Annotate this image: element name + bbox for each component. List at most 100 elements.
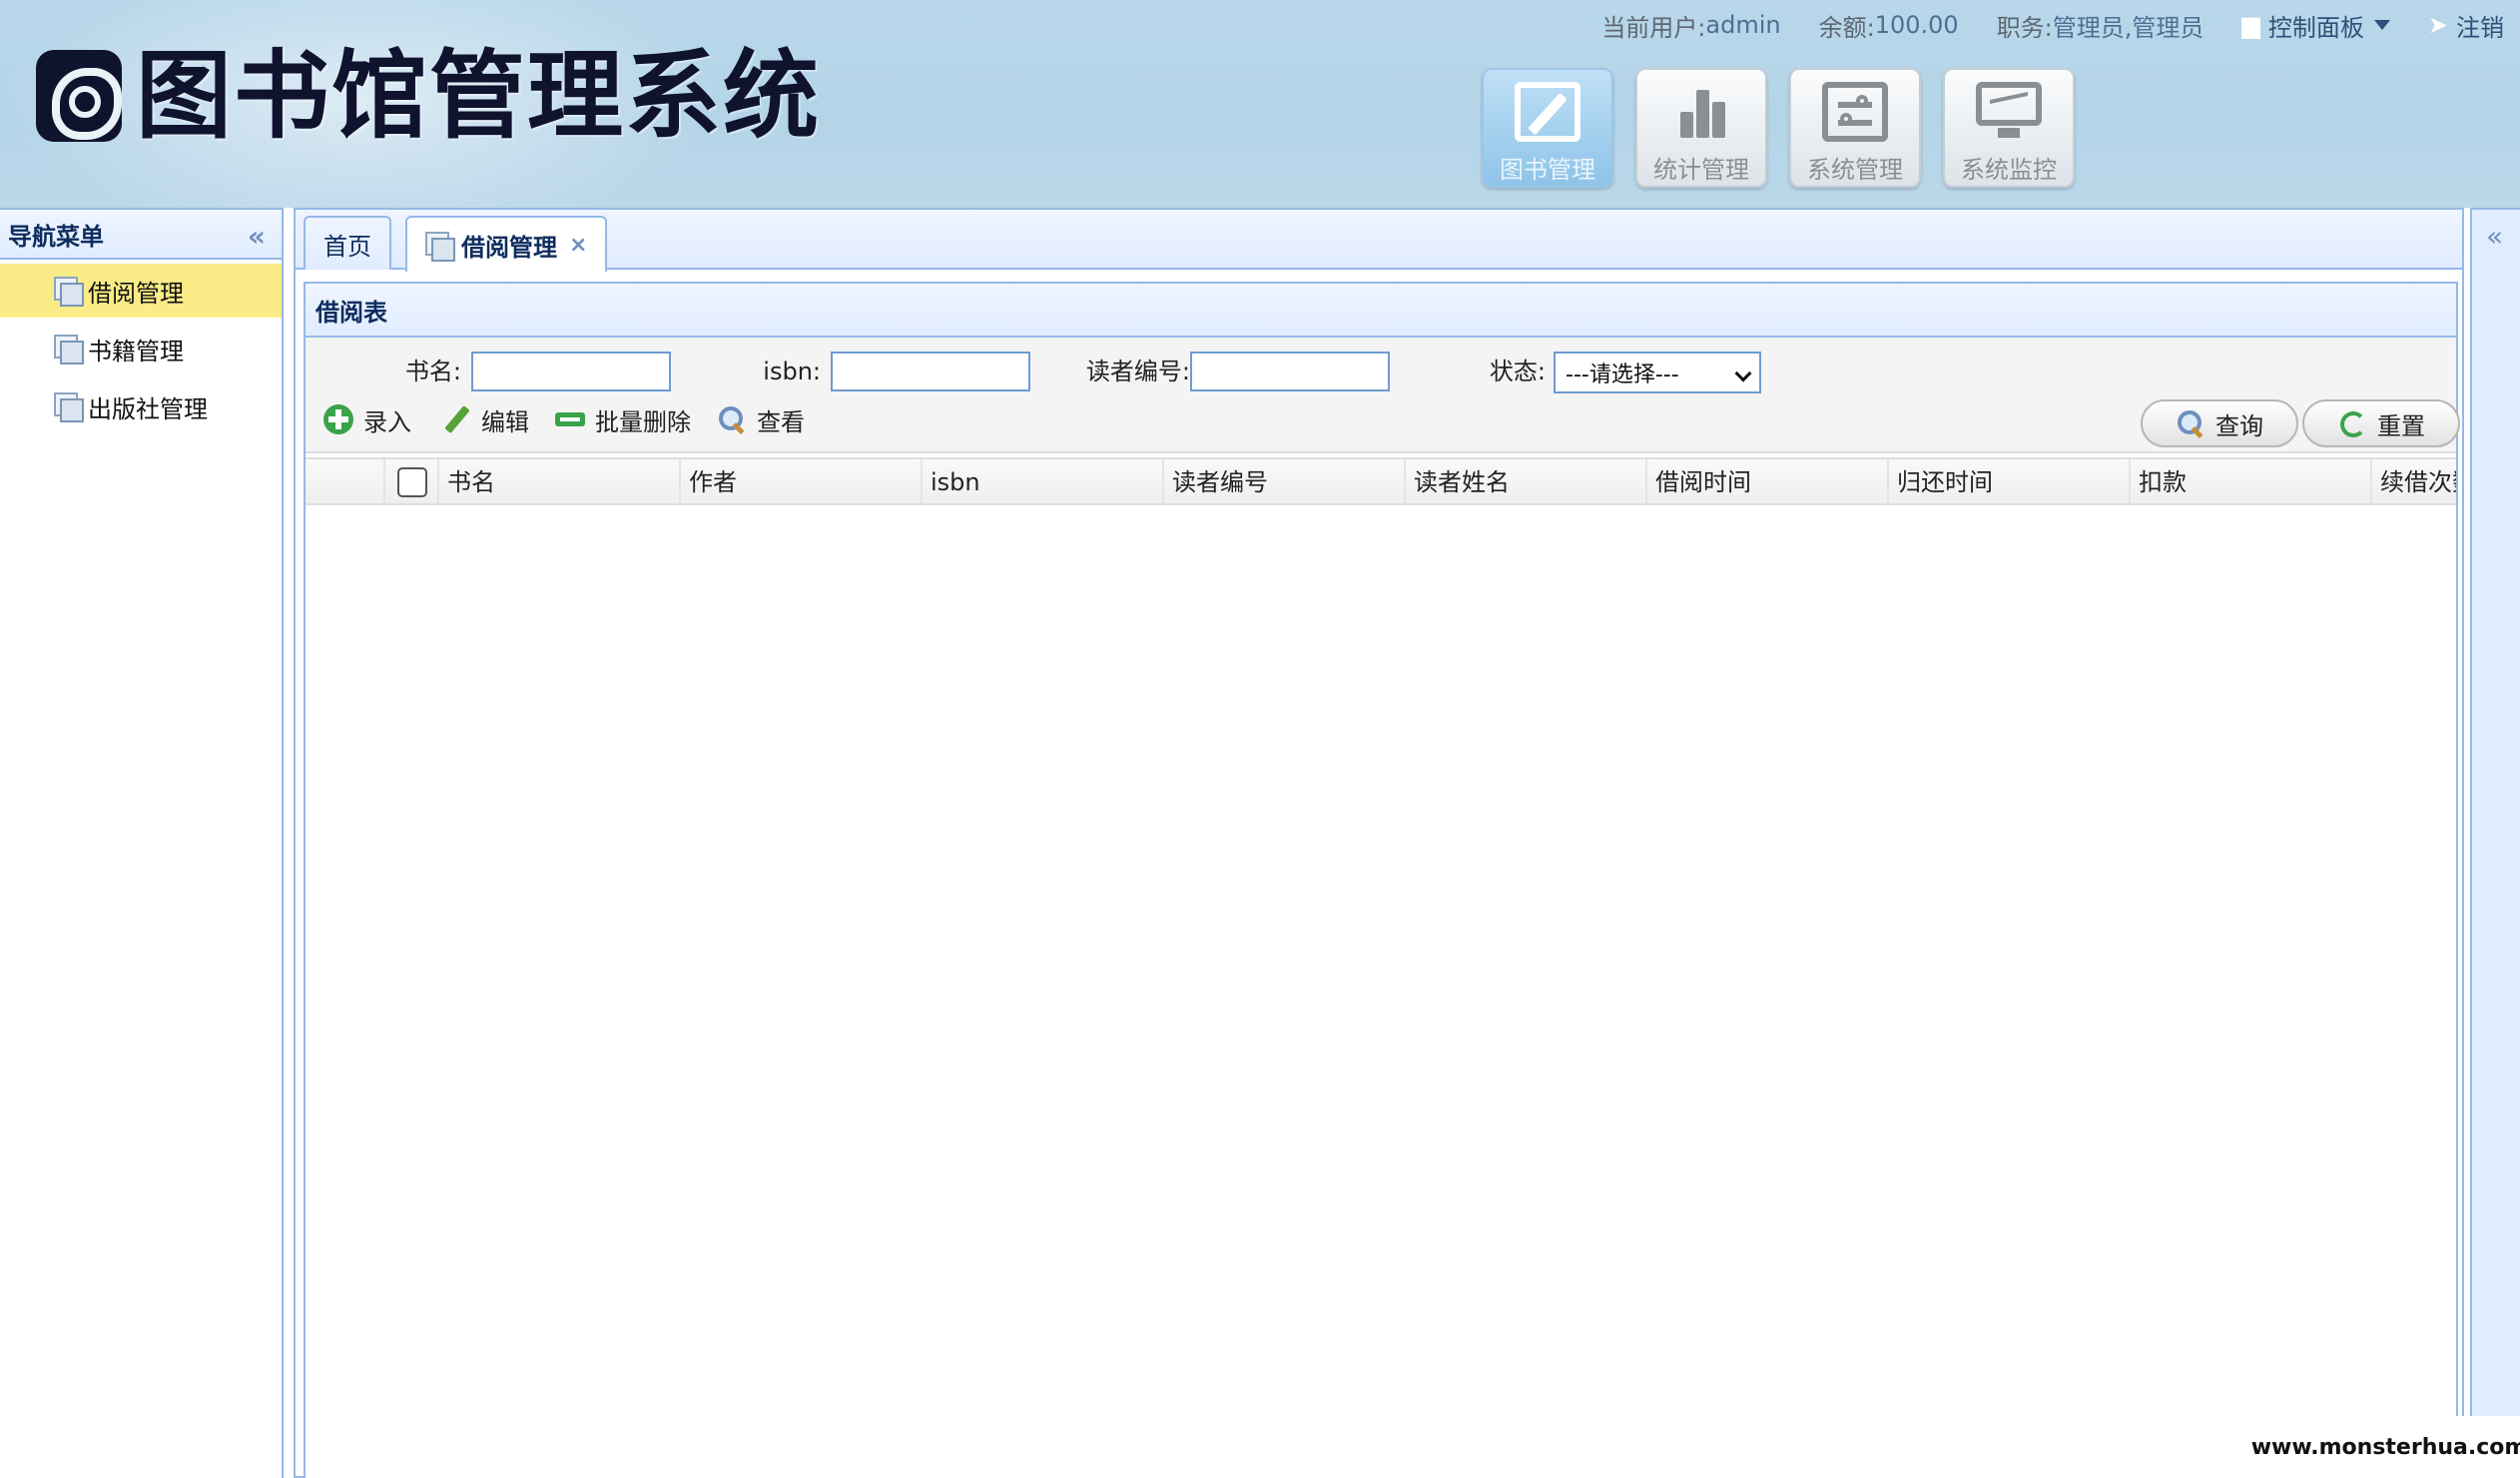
row-number-header xyxy=(306,459,385,505)
module-label: 图书管理 xyxy=(1500,156,1595,184)
bar-chart-icon xyxy=(1668,82,1734,142)
search-button[interactable]: 查询 xyxy=(2141,399,2298,447)
add-icon xyxy=(323,404,353,434)
edit-icon xyxy=(1515,82,1580,142)
grid-body-empty xyxy=(306,505,2456,1408)
pages-icon xyxy=(54,335,84,365)
column-header[interactable]: 读者姓名 xyxy=(1406,459,1647,505)
reader-no-label: 读者编号: xyxy=(1085,358,1190,385)
chevron-down-icon xyxy=(1734,365,1752,382)
search-icon xyxy=(2176,408,2205,438)
control-panel-label: 控制面板 xyxy=(2267,13,2364,42)
pages-icon xyxy=(54,277,84,307)
search-label: 查询 xyxy=(2215,411,2263,440)
nav-sidebar: 导航菜单 « 借阅管理 书籍管理 出版社管理 xyxy=(0,208,284,1478)
reader-no-input[interactable] xyxy=(1190,352,1390,391)
reset-label: 重置 xyxy=(2377,411,2425,440)
column-header[interactable]: 读者编号 xyxy=(1164,459,1406,505)
pages-icon xyxy=(425,232,455,262)
paper-plane-icon: ➤ xyxy=(2427,11,2448,39)
book-name-label: 书名: xyxy=(404,358,461,385)
watermark: www.monsterhua.com xyxy=(2251,1416,2520,1478)
balance: 余额: 100.00 xyxy=(1819,8,1959,43)
right-collapsed-panel: « xyxy=(2470,208,2520,1478)
folder-icon: ▆ xyxy=(2241,11,2260,39)
book-name-input[interactable] xyxy=(471,352,671,391)
balance-label: 余额: xyxy=(1818,13,1875,42)
column-header[interactable]: 书名 xyxy=(439,459,681,505)
add-label: 录入 xyxy=(363,407,411,436)
column-header[interactable]: 借阅时间 xyxy=(1647,459,1889,505)
status-selected-value: ---请选择--- xyxy=(1566,363,1679,387)
monitor-icon xyxy=(1976,82,2042,142)
select-all-checkbox[interactable] xyxy=(397,467,427,497)
chevron-down-icon xyxy=(2373,20,2390,30)
module-statistics[interactable]: 统计管理 xyxy=(1635,68,1767,188)
column-header[interactable]: isbn xyxy=(923,459,1164,505)
module-system-management[interactable]: 系统管理 xyxy=(1789,68,1921,188)
control-panel-menu[interactable]: ▆ 控制面板 xyxy=(2241,8,2390,43)
grid-toolbar: 书名: isbn: 读者编号: 状态: ---请选择--- 录入 编辑 批量删除… xyxy=(306,338,2460,453)
tab-home[interactable]: 首页 xyxy=(304,216,391,270)
close-icon[interactable]: × xyxy=(569,233,587,258)
module-book-management[interactable]: 图书管理 xyxy=(1482,68,1613,188)
batch-delete-button[interactable]: 批量删除 xyxy=(555,399,691,439)
view-label: 查看 xyxy=(757,407,805,436)
role-value: 管理员,管理员 xyxy=(2052,13,2205,42)
tab-label: 首页 xyxy=(323,232,371,261)
app-logo: 图书馆管理系统 xyxy=(36,40,821,152)
sidebar-item-label: 借阅管理 xyxy=(88,279,184,308)
sidebar-item-book-management[interactable]: 书籍管理 xyxy=(0,322,282,375)
sidebar-item-borrow-management[interactable]: 借阅管理 xyxy=(0,264,282,318)
sidebar-title: 导航菜单 xyxy=(8,222,104,251)
column-header[interactable]: 作者 xyxy=(681,459,923,505)
sidebar-item-publisher-management[interactable]: 出版社管理 xyxy=(0,379,282,433)
refresh-icon xyxy=(2337,408,2367,438)
tab-borrow-management[interactable]: 借阅管理 × xyxy=(405,216,608,272)
app-title: 图书馆管理系统 xyxy=(136,40,821,152)
logout-label: 注销 xyxy=(2456,13,2504,42)
batch-delete-label: 批量删除 xyxy=(595,407,691,436)
current-user: 当前用户: admin xyxy=(1601,8,1780,43)
sidebar-header: 导航菜单 « xyxy=(0,210,282,260)
library-seal-icon xyxy=(36,50,122,142)
add-button[interactable]: 录入 xyxy=(323,399,411,439)
magnifier-icon xyxy=(717,404,747,434)
user-bar: 当前用户: admin 余额: 100.00 职务: 管理员,管理员 ▆ 控制面… xyxy=(1564,8,2504,42)
reset-button[interactable]: 重置 xyxy=(2302,399,2460,447)
minus-icon xyxy=(555,404,585,434)
tab-content: 借阅表 书名: isbn: 读者编号: 状态: ---请选择--- 录入 编辑 … xyxy=(304,276,2462,1478)
column-header[interactable]: 归还时间 xyxy=(1889,459,2131,505)
sidebar-item-label: 出版社管理 xyxy=(88,394,208,423)
app-header: 图书馆管理系统 当前用户: admin 余额: 100.00 职务: 管理员,管… xyxy=(0,0,2520,208)
current-user-value: admin xyxy=(1705,11,1781,39)
pencil-icon xyxy=(441,404,471,434)
isbn-label: isbn: xyxy=(763,358,821,385)
tab-label: 借阅管理 xyxy=(461,233,557,262)
view-button[interactable]: 查看 xyxy=(717,399,805,439)
edit-label: 编辑 xyxy=(481,407,529,436)
module-label: 系统管理 xyxy=(1807,156,1903,184)
module-system-monitor[interactable]: 系统监控 xyxy=(1943,68,2075,188)
borrow-grid-panel: 借阅表 书名: isbn: 读者编号: 状态: ---请选择--- 录入 编辑 … xyxy=(304,282,2460,1478)
grid-title: 借阅表 xyxy=(306,284,2456,338)
sidebar-item-label: 书籍管理 xyxy=(88,337,184,366)
expand-right-icon[interactable]: « xyxy=(2486,220,2503,253)
column-header[interactable]: 续借次数 xyxy=(2372,459,2456,505)
settings-sliders-icon xyxy=(1822,82,1888,142)
status-select[interactable]: ---请选择--- xyxy=(1554,352,1761,393)
pages-icon xyxy=(54,392,84,422)
role: 职务: 管理员,管理员 xyxy=(1997,8,2205,43)
module-label: 统计管理 xyxy=(1653,156,1749,184)
balance-value: 100.00 xyxy=(1874,11,1959,39)
grid-header-row: 书名 作者 isbn 读者编号 读者姓名 借阅时间 归还时间 扣款 续借次数 xyxy=(306,457,2456,505)
edit-button[interactable]: 编辑 xyxy=(441,399,529,439)
column-header[interactable]: 扣款 xyxy=(2131,459,2372,505)
main-area: 首页 借阅管理 × 借阅表 书名: isbn: 读者编号: 状态: ---请选择… xyxy=(294,208,2464,1478)
tab-bar: 首页 借阅管理 × xyxy=(296,210,2462,272)
module-label: 系统监控 xyxy=(1961,156,2057,184)
status-label: 状态: xyxy=(1489,358,1546,385)
logout-link[interactable]: ➤ 注销 xyxy=(2428,8,2504,43)
collapse-left-icon[interactable]: « xyxy=(248,220,266,253)
isbn-input[interactable] xyxy=(831,352,1030,391)
